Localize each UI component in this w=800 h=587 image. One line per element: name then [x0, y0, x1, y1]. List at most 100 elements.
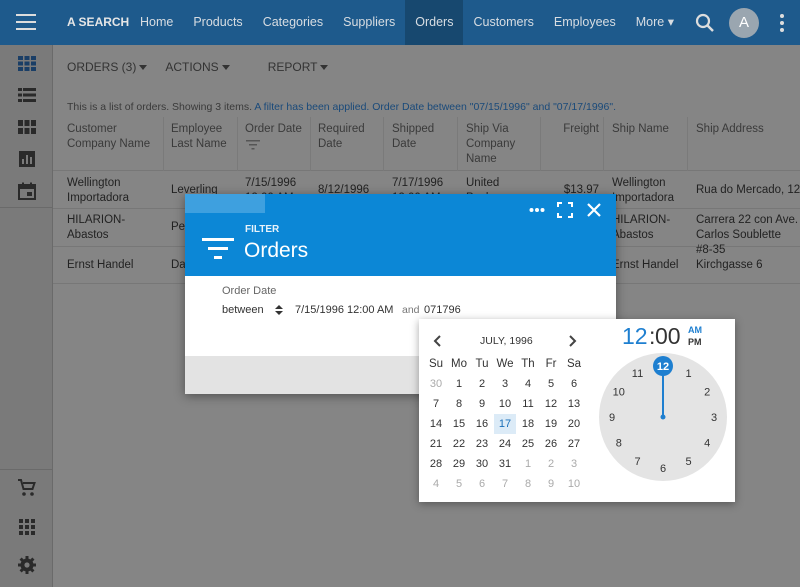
calendar-day[interactable]: 5: [540, 374, 562, 394]
calendar-day[interactable]: 30: [471, 454, 493, 474]
report-menu-button[interactable]: REPORT: [244, 45, 343, 89]
fullscreen-icon[interactable]: [557, 202, 573, 218]
calendar-day[interactable]: 17: [494, 414, 516, 434]
cards-view-icon[interactable]: [17, 117, 37, 137]
more-horiz-icon[interactable]: [529, 202, 545, 218]
calendar-day[interactable]: 13: [563, 394, 585, 414]
calendar-view-icon[interactable]: [17, 181, 37, 201]
calendar-day[interactable]: 19: [540, 414, 562, 434]
col-header-shipped-date[interactable]: Shipped Date: [392, 122, 452, 152]
chart-view-icon[interactable]: [17, 149, 37, 169]
col-header-employee[interactable]: Employee Last Name: [171, 122, 241, 152]
calendar-day[interactable]: 24: [494, 434, 516, 454]
calendar-day[interactable]: 29: [448, 454, 470, 474]
operator-select[interactable]: between: [222, 304, 264, 316]
calendar-day[interactable]: 4: [517, 374, 539, 394]
clock-number[interactable]: 11: [632, 368, 643, 380]
clock-number[interactable]: 10: [613, 387, 625, 399]
clock-number[interactable]: 7: [634, 456, 640, 468]
sort-updown-icon[interactable]: [275, 304, 283, 316]
chevron-left-icon[interactable]: [433, 335, 443, 347]
clock-number[interactable]: 1: [685, 368, 691, 380]
calendar-day[interactable]: 3: [494, 374, 516, 394]
am-toggle[interactable]: AM: [688, 325, 702, 335]
calendar-day[interactable]: 18: [517, 414, 539, 434]
nav-suppliers[interactable]: Suppliers: [333, 0, 405, 45]
col-header-customer[interactable]: Customer Company Name: [67, 122, 157, 152]
hamburger-menu-icon[interactable]: [16, 14, 36, 30]
clock-number[interactable]: 3: [711, 412, 717, 424]
calendar-day[interactable]: 10: [494, 394, 516, 414]
calendar-day[interactable]: 28: [425, 454, 447, 474]
clock-number[interactable]: 9: [609, 412, 615, 424]
calendar-day[interactable]: 8: [517, 474, 539, 494]
nav-employees[interactable]: Employees: [544, 0, 626, 45]
calendar-day[interactable]: 16: [471, 414, 493, 434]
clock-number[interactable]: 4: [704, 438, 710, 450]
calendar-day[interactable]: 27: [563, 434, 585, 454]
actions-menu-button[interactable]: ACTIONS: [161, 45, 243, 89]
filter-applied-link[interactable]: A filter has been applied. Order Date be…: [254, 101, 616, 113]
calendar-day[interactable]: 2: [540, 454, 562, 474]
clock-number[interactable]: 2: [704, 387, 710, 399]
app-brand[interactable]: A SEARCH: [67, 15, 129, 29]
calendar-day[interactable]: 11: [517, 394, 539, 414]
nav-orders[interactable]: Orders: [405, 0, 464, 45]
calendar-month-label[interactable]: JULY, 1996: [480, 335, 533, 347]
calendar-day[interactable]: 26: [540, 434, 562, 454]
calendar-day[interactable]: 8: [448, 394, 470, 414]
pm-toggle[interactable]: PM: [688, 337, 702, 347]
list-view-icon[interactable]: [17, 85, 37, 105]
clock-face[interactable]: 121234567891011: [598, 352, 728, 482]
calendar-day[interactable]: 14: [425, 414, 447, 434]
settings-gear-icon[interactable]: [17, 555, 37, 575]
col-header-order-date[interactable]: Order Date: [245, 122, 311, 137]
calendar-day[interactable]: 9: [471, 394, 493, 414]
calendar-day[interactable]: 20: [563, 414, 585, 434]
orders-menu-button[interactable]: ORDERS (3): [53, 45, 161, 89]
time-hour[interactable]: 12: [622, 323, 648, 350]
nav-categories[interactable]: Categories: [253, 0, 333, 45]
cart-icon[interactable]: [17, 478, 37, 498]
col-header-required-date[interactable]: Required Date: [318, 122, 378, 152]
close-icon[interactable]: [586, 202, 602, 218]
calendar-day[interactable]: 6: [471, 474, 493, 494]
chevron-right-icon[interactable]: [567, 335, 577, 347]
calendar-day[interactable]: 9: [540, 474, 562, 494]
calendar-day[interactable]: 30: [425, 374, 447, 394]
calendar-day[interactable]: 31: [494, 454, 516, 474]
calendar-day[interactable]: 2: [471, 374, 493, 394]
calendar-day[interactable]: 4: [425, 474, 447, 494]
calendar-day[interactable]: 21: [425, 434, 447, 454]
grid-view-icon[interactable]: [17, 53, 37, 73]
more-vert-icon[interactable]: [779, 12, 785, 34]
calendar-day[interactable]: 1: [517, 454, 539, 474]
calendar-day[interactable]: 15: [448, 414, 470, 434]
col-header-ship-name[interactable]: Ship Name: [612, 122, 682, 137]
clock-number[interactable]: 8: [616, 438, 622, 450]
calendar-day[interactable]: 12: [540, 394, 562, 414]
col-header-ship-address[interactable]: Ship Address: [696, 122, 796, 137]
calendar-day[interactable]: 7: [494, 474, 516, 494]
nav-products[interactable]: Products: [183, 0, 252, 45]
clock-number[interactable]: 12: [657, 361, 669, 373]
calendar-day[interactable]: 10: [563, 474, 585, 494]
calendar-day[interactable]: 23: [471, 434, 493, 454]
apps-icon[interactable]: [17, 517, 37, 537]
col-header-freight[interactable]: Freight: [549, 122, 599, 137]
calendar-day[interactable]: 7: [425, 394, 447, 414]
search-icon[interactable]: [694, 12, 716, 34]
value-from-input[interactable]: 7/15/1996 12:00 AM: [295, 304, 393, 316]
calendar-day[interactable]: 25: [517, 434, 539, 454]
nav-more[interactable]: More ▾: [626, 0, 684, 45]
user-avatar[interactable]: A: [729, 8, 759, 38]
nav-home[interactable]: Home: [130, 0, 183, 45]
clock-number[interactable]: 5: [685, 456, 691, 468]
calendar-day[interactable]: 1: [448, 374, 470, 394]
col-header-ship-via[interactable]: Ship Via Company Name: [466, 122, 536, 167]
time-minute[interactable]: 00: [655, 323, 681, 350]
clock-number[interactable]: 6: [660, 463, 666, 475]
calendar-day[interactable]: 3: [563, 454, 585, 474]
nav-customers[interactable]: Customers: [463, 0, 543, 45]
value-to-input[interactable]: 071796: [424, 304, 461, 316]
